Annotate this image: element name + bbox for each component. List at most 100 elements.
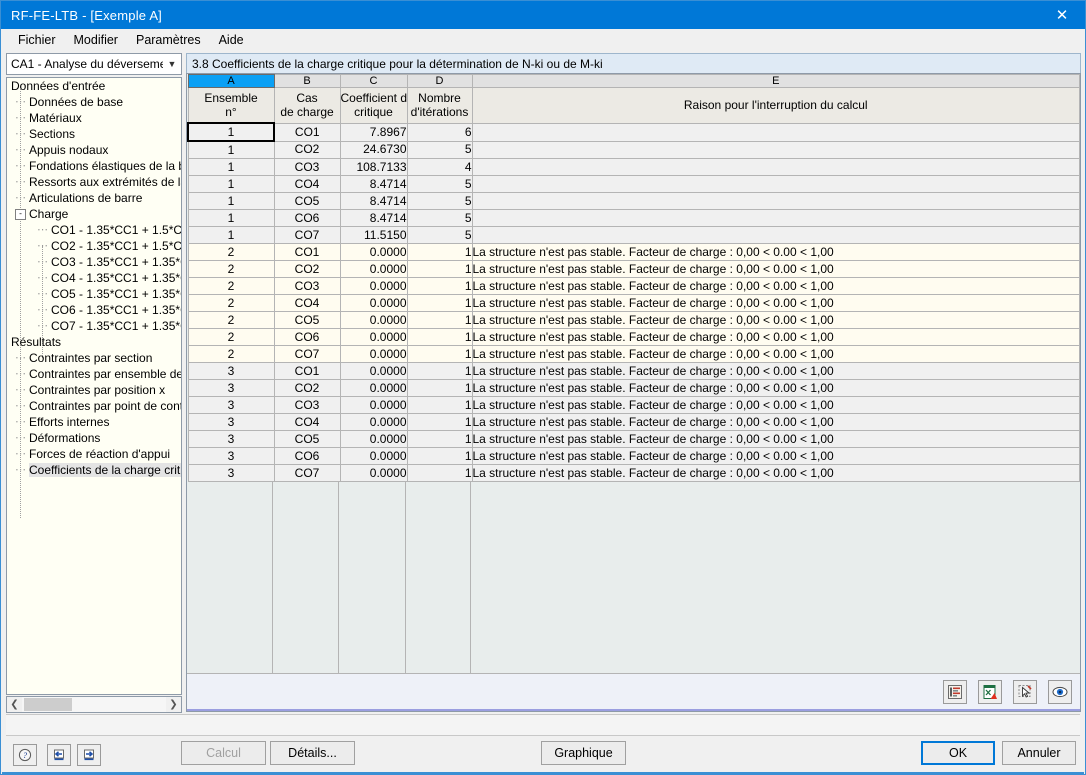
cell-nombre-iterations[interactable]: 1: [406, 328, 473, 346]
tree-item[interactable]: Résultats: [7, 334, 181, 350]
table-row[interactable]: 3 CO6 0.0000 1 La structure n'est pas stable…: [187, 447, 1080, 465]
table-row[interactable]: 2 CO5 0.0000 1 La structure n'est pas stable…: [187, 311, 1080, 329]
cell-nombre-iterations[interactable]: 5: [406, 192, 473, 210]
navigator-hscrollbar[interactable]: ❮ ❯: [6, 696, 182, 713]
cell-raison[interactable]: La structure n'est pas stable. Facteur d…: [471, 328, 1080, 346]
tree-item[interactable]: ⋯ Contraintes par position x: [7, 382, 181, 398]
report-icon[interactable]: [943, 679, 967, 704]
cell-coefficient-critique[interactable]: 0.0000: [339, 311, 408, 329]
cell-cas-de-charge[interactable]: CO7: [273, 226, 341, 244]
cell-ensemble[interactable]: 3: [187, 396, 275, 414]
table-row[interactable]: 3 CO4 0.0000 1 La structure n'est pas stable…: [187, 413, 1080, 431]
cell-cas-de-charge[interactable]: CO3: [273, 277, 341, 295]
cell-ensemble[interactable]: 3: [187, 464, 275, 482]
cell-nombre-iterations[interactable]: 1: [406, 311, 473, 329]
cell-raison[interactable]: La structure n'est pas stable. Facteur d…: [471, 345, 1080, 363]
table-row[interactable]: 1 CO4 8.4714 5: [187, 175, 1080, 193]
cell-coefficient-critique[interactable]: 0.0000: [339, 447, 408, 465]
menu-item-aide[interactable]: Aide: [210, 31, 253, 49]
cell-nombre-iterations[interactable]: 5: [406, 226, 473, 244]
excel-export-icon[interactable]: [978, 679, 1002, 704]
cell-ensemble[interactable]: 2: [187, 328, 275, 346]
table-row[interactable]: 2 CO6 0.0000 1 La structure n'est pas stable…: [187, 328, 1080, 346]
cell-raison[interactable]: [471, 192, 1080, 210]
cell-raison[interactable]: La structure n'est pas stable. Facteur d…: [471, 430, 1080, 448]
cell-nombre-iterations[interactable]: 1: [406, 430, 473, 448]
tree-item[interactable]: - Charge: [7, 206, 181, 222]
select-objects-icon[interactable]: [1013, 679, 1037, 704]
tree-item[interactable]: ⋯CO4 - 1.35*CC1 + 1.35*CC3: [7, 270, 181, 286]
table-row[interactable]: 1 CO1 7.8967 6: [187, 122, 1080, 142]
cell-nombre-iterations[interactable]: 1: [406, 396, 473, 414]
cell-coefficient-critique[interactable]: 0.0000: [339, 277, 408, 295]
cell-cas-de-charge[interactable]: CO3: [273, 396, 341, 414]
cell-cas-de-charge[interactable]: CO3: [273, 158, 341, 176]
analysis-case-select[interactable]: CA1 - Analyse du déversement ▼: [6, 53, 182, 75]
calcul-button[interactable]: Calcul: [181, 741, 266, 765]
cell-raison[interactable]: [471, 175, 1080, 193]
tree-item[interactable]: ⋯ Données de base: [7, 94, 181, 110]
table-row[interactable]: 3 CO1 0.0000 1 La structure n'est pas stable…: [187, 362, 1080, 380]
cell-nombre-iterations[interactable]: 1: [406, 260, 473, 278]
cell-raison[interactable]: La structure n'est pas stable. Facteur d…: [471, 379, 1080, 397]
close-icon[interactable]: ✕: [1039, 1, 1085, 29]
cell-nombre-iterations[interactable]: 5: [406, 140, 473, 159]
tree-item[interactable]: ⋯CO6 - 1.35*CC1 + 1.35*CC5: [7, 302, 181, 318]
chevron-right-icon[interactable]: ❯: [166, 699, 181, 710]
cell-cas-de-charge[interactable]: CO2: [273, 140, 341, 159]
previous-view-icon[interactable]: [47, 744, 71, 766]
cell-cas-de-charge[interactable]: CO6: [273, 447, 341, 465]
cell-cas-de-charge[interactable]: CO5: [273, 430, 341, 448]
cell-coefficient-critique[interactable]: 0.0000: [339, 345, 408, 363]
cell-ensemble[interactable]: 1: [187, 140, 275, 159]
cell-cas-de-charge[interactable]: CO5: [273, 192, 341, 210]
cell-ensemble[interactable]: 1: [187, 226, 275, 244]
cell-raison[interactable]: La structure n'est pas stable. Facteur d…: [471, 362, 1080, 380]
cell-cas-de-charge[interactable]: CO4: [273, 175, 341, 193]
tree-item[interactable]: ⋯ Déformations: [7, 430, 181, 446]
tree-item[interactable]: ⋯ Appuis nodaux: [7, 142, 181, 158]
tree-item[interactable]: ⋯CO2 - 1.35*CC1 + 1.5*CC3: [7, 238, 181, 254]
cell-cas-de-charge[interactable]: CO4: [273, 294, 341, 312]
cell-ensemble[interactable]: 2: [187, 277, 275, 295]
column-header-e[interactable]: E: [471, 74, 1080, 88]
cell-coefficient-critique[interactable]: 11.5150: [339, 226, 408, 244]
cell-coefficient-critique[interactable]: 0.0000: [339, 362, 408, 380]
cell-raison[interactable]: [471, 140, 1080, 159]
cell-raison[interactable]: La structure n'est pas stable. Facteur d…: [471, 260, 1080, 278]
cell-raison[interactable]: La structure n'est pas stable. Facteur d…: [471, 243, 1080, 261]
column-header-c[interactable]: C: [339, 74, 408, 88]
table-row[interactable]: 1 CO7 11.5150 5: [187, 226, 1080, 244]
cell-coefficient-critique[interactable]: 0.0000: [339, 260, 408, 278]
column-header-d[interactable]: D: [406, 74, 473, 88]
cell-coefficient-critique[interactable]: 0.0000: [339, 379, 408, 397]
cell-ensemble[interactable]: 2: [187, 243, 275, 261]
cell-cas-de-charge[interactable]: CO2: [273, 260, 341, 278]
cell-ensemble[interactable]: 3: [187, 430, 275, 448]
cell-raison[interactable]: La structure n'est pas stable. Facteur d…: [471, 413, 1080, 431]
cell-raison[interactable]: La structure n'est pas stable. Facteur d…: [471, 447, 1080, 465]
cell-ensemble[interactable]: 1: [187, 209, 275, 227]
tree-item[interactable]: ⋯Contraintes par ensemble de barres: [7, 366, 181, 382]
next-view-icon[interactable]: [77, 744, 101, 766]
cell-nombre-iterations[interactable]: 1: [406, 464, 473, 482]
cell-nombre-iterations[interactable]: 1: [406, 447, 473, 465]
cell-coefficient-critique[interactable]: 0.0000: [339, 464, 408, 482]
tree-item[interactable]: ⋯Ressorts aux extrémités de la barre: [7, 174, 181, 190]
cell-raison[interactable]: [471, 226, 1080, 244]
cell-ensemble[interactable]: 2: [187, 345, 275, 363]
cell-raison[interactable]: [471, 158, 1080, 176]
cell-raison[interactable]: [471, 209, 1080, 227]
cell-ensemble[interactable]: 3: [187, 447, 275, 465]
cell-raison[interactable]: [471, 122, 1080, 142]
cell-cas-de-charge[interactable]: CO4: [273, 413, 341, 431]
menu-item-parametres[interactable]: Paramètres: [127, 31, 210, 49]
details-button[interactable]: Détails...: [270, 741, 355, 765]
cell-coefficient-critique[interactable]: 0.0000: [339, 430, 408, 448]
table-row[interactable]: 2 CO4 0.0000 1 La structure n'est pas stable…: [187, 294, 1080, 312]
cell-raison[interactable]: La structure n'est pas stable. Facteur d…: [471, 464, 1080, 482]
cell-coefficient-critique[interactable]: 24.6730: [339, 140, 408, 159]
tree-item[interactable]: ⋯ Matériaux: [7, 110, 181, 126]
cell-nombre-iterations[interactable]: 1: [406, 243, 473, 261]
tree-item[interactable]: ⋯CO3 - 1.35*CC1 + 1.35*CC2: [7, 254, 181, 270]
